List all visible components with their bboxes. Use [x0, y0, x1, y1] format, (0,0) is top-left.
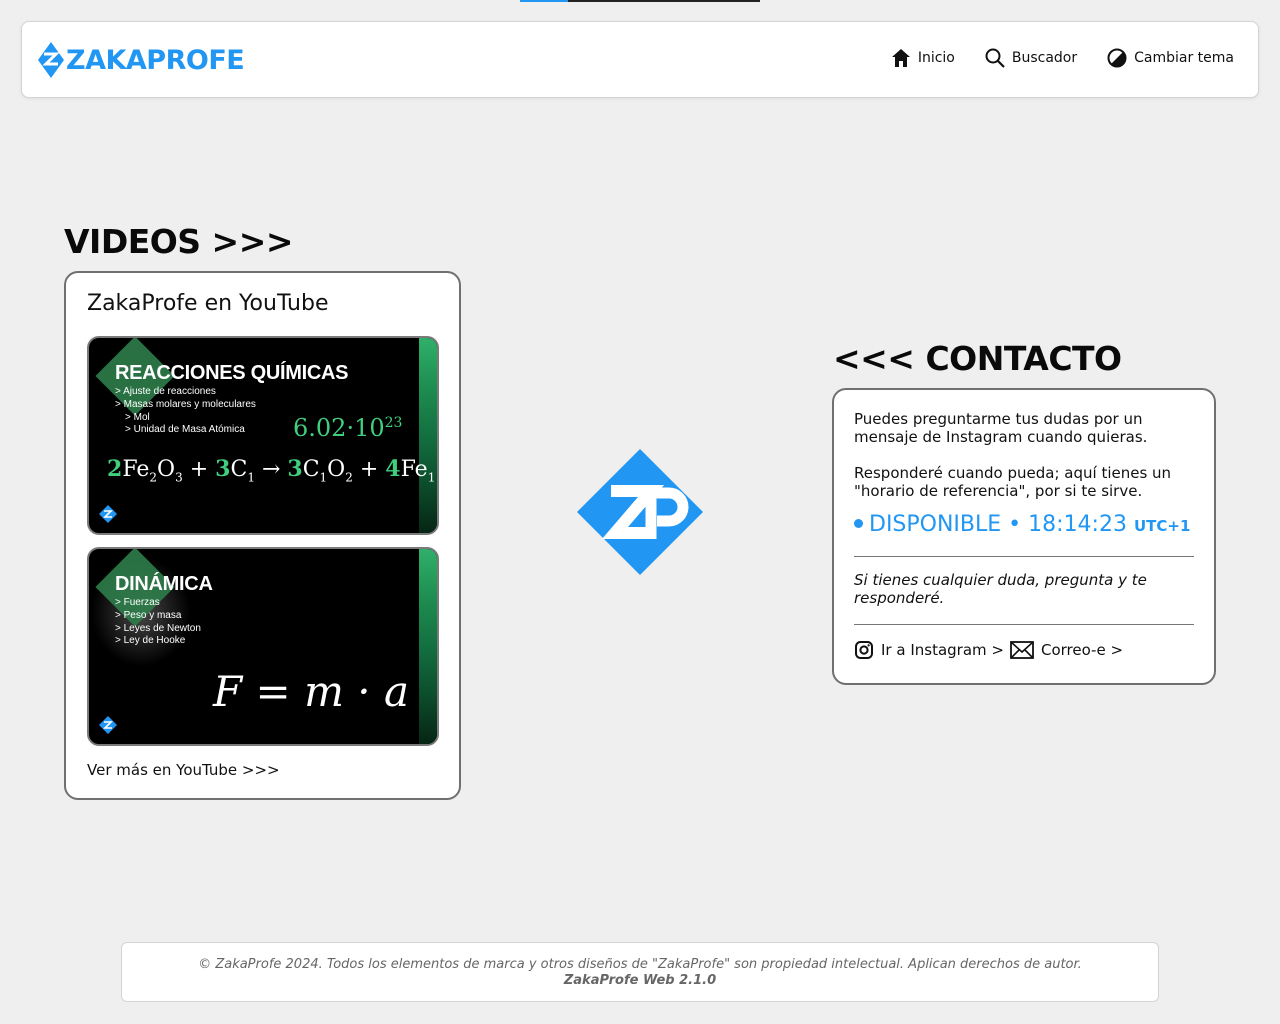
newton-formula: F = m · a [213, 667, 409, 716]
instagram-link[interactable]: Ir a Instagram > [854, 640, 1004, 660]
video-thumbnail-dinamica[interactable]: DINÁMICA > Fuerzas > Peso y masa > Leyes… [87, 547, 439, 746]
nav-buscador-label: Buscador [1011, 50, 1078, 66]
main-nav: Inicio Buscador Cambiar tema [861, 48, 1234, 68]
video2-topic: > Ley de Hooke [115, 635, 186, 646]
avogadro-constant: 6.02·1023 [293, 414, 403, 442]
status-separator: • [1008, 512, 1022, 537]
contact-card: Puedes preguntarme tus dudas por un mens… [832, 388, 1216, 685]
video1-topic: > Unidad de Masa Atómica [125, 424, 245, 435]
search-icon [985, 48, 1005, 68]
divider [854, 556, 1194, 557]
nav-cambiar-tema-label: Cambiar tema [1134, 50, 1234, 66]
site-logo[interactable]: ZAKAPROFE [38, 42, 245, 78]
contact-note: Si tienes cualquier duda, pregunta y te … [854, 571, 1147, 607]
zakaprofe-mini-logo-icon [99, 505, 117, 523]
zakaprofe-center-logo-icon [577, 449, 703, 575]
loading-bar [520, 0, 760, 2]
videos-card: ZakaProfe en YouTube REACCIONES QUÍMICAS… [64, 271, 461, 800]
video1-title: REACCIONES QUÍMICAS [115, 362, 349, 384]
nav-inicio-label: Inicio [917, 50, 955, 66]
chemical-equation: 2Fe2O3 + 3C1 → 3C1O2 + 4Fe1 [107, 456, 436, 485]
status-timezone: UTC+1 [1133, 517, 1191, 535]
thumbnail-green-stripe [419, 338, 437, 533]
loading-bar-fill [520, 0, 568, 2]
nav-cambiar-tema[interactable]: Cambiar tema [1107, 48, 1234, 68]
email-link-label: Correo-e > [1040, 641, 1124, 659]
availability-status: DISPONIBLE • 18:14:23 UTC+1 [854, 512, 1190, 537]
mail-icon [1010, 641, 1034, 659]
videos-card-title: ZakaProfe en YouTube [87, 291, 329, 316]
video1-topic: > Ajuste de reacciones [115, 386, 216, 397]
youtube-more-link[interactable]: Ver más en YouTube >>> [87, 761, 280, 779]
video2-topic: > Fuerzas [115, 597, 160, 608]
video2-title: DINÁMICA [115, 573, 213, 595]
top-navbar: ZAKAPROFE Inicio Buscador Cambiar tema [21, 21, 1259, 98]
contact-text-1: Puedes preguntarme tus dudas por un mens… [854, 410, 1148, 446]
video-thumbnail-reacciones[interactable]: REACCIONES QUÍMICAS > Ajuste de reaccion… [87, 336, 439, 535]
video2-topic: > Leyes de Newton [115, 623, 201, 634]
status-time: 18:14:23 [1028, 512, 1127, 537]
video1-topic: > Mol [125, 412, 150, 423]
contact-heading: <<< CONTACTO [833, 339, 1122, 378]
footer-version: ZakaProfe Web 2.1.0 [563, 973, 717, 988]
instagram-icon [855, 641, 873, 659]
email-link[interactable]: Correo-e > [1010, 640, 1123, 660]
video2-topic: > Peso y masa [115, 610, 182, 621]
footer: © ZakaProfe 2024. Todos los elementos de… [121, 942, 1159, 1002]
zakaprofe-mini-logo-icon [99, 716, 117, 734]
divider [854, 624, 1194, 625]
footer-copyright: © ZakaProfe 2024. Todos los elementos de… [198, 957, 1082, 972]
instagram-link-label: Ir a Instagram > [881, 641, 1004, 659]
nav-inicio[interactable]: Inicio [891, 48, 955, 68]
contact-text-2: Responderé cuando pueda; aquí tienes un … [854, 464, 1172, 500]
video1-topic: > Masas molares y moleculares [115, 399, 256, 410]
status-label: DISPONIBLE [869, 512, 1002, 537]
logo-text: ZAKAPROFE [66, 44, 245, 76]
thumbnail-green-stripe [419, 549, 437, 744]
theme-icon [1107, 48, 1127, 68]
videos-heading: VIDEOS >>> [64, 222, 294, 261]
home-icon [891, 49, 910, 67]
status-dot-icon [854, 519, 863, 528]
nav-buscador[interactable]: Buscador [985, 48, 1077, 68]
contact-links: Ir a Instagram > Correo-e > [854, 640, 1129, 660]
zakaprofe-logo-icon [38, 42, 64, 78]
